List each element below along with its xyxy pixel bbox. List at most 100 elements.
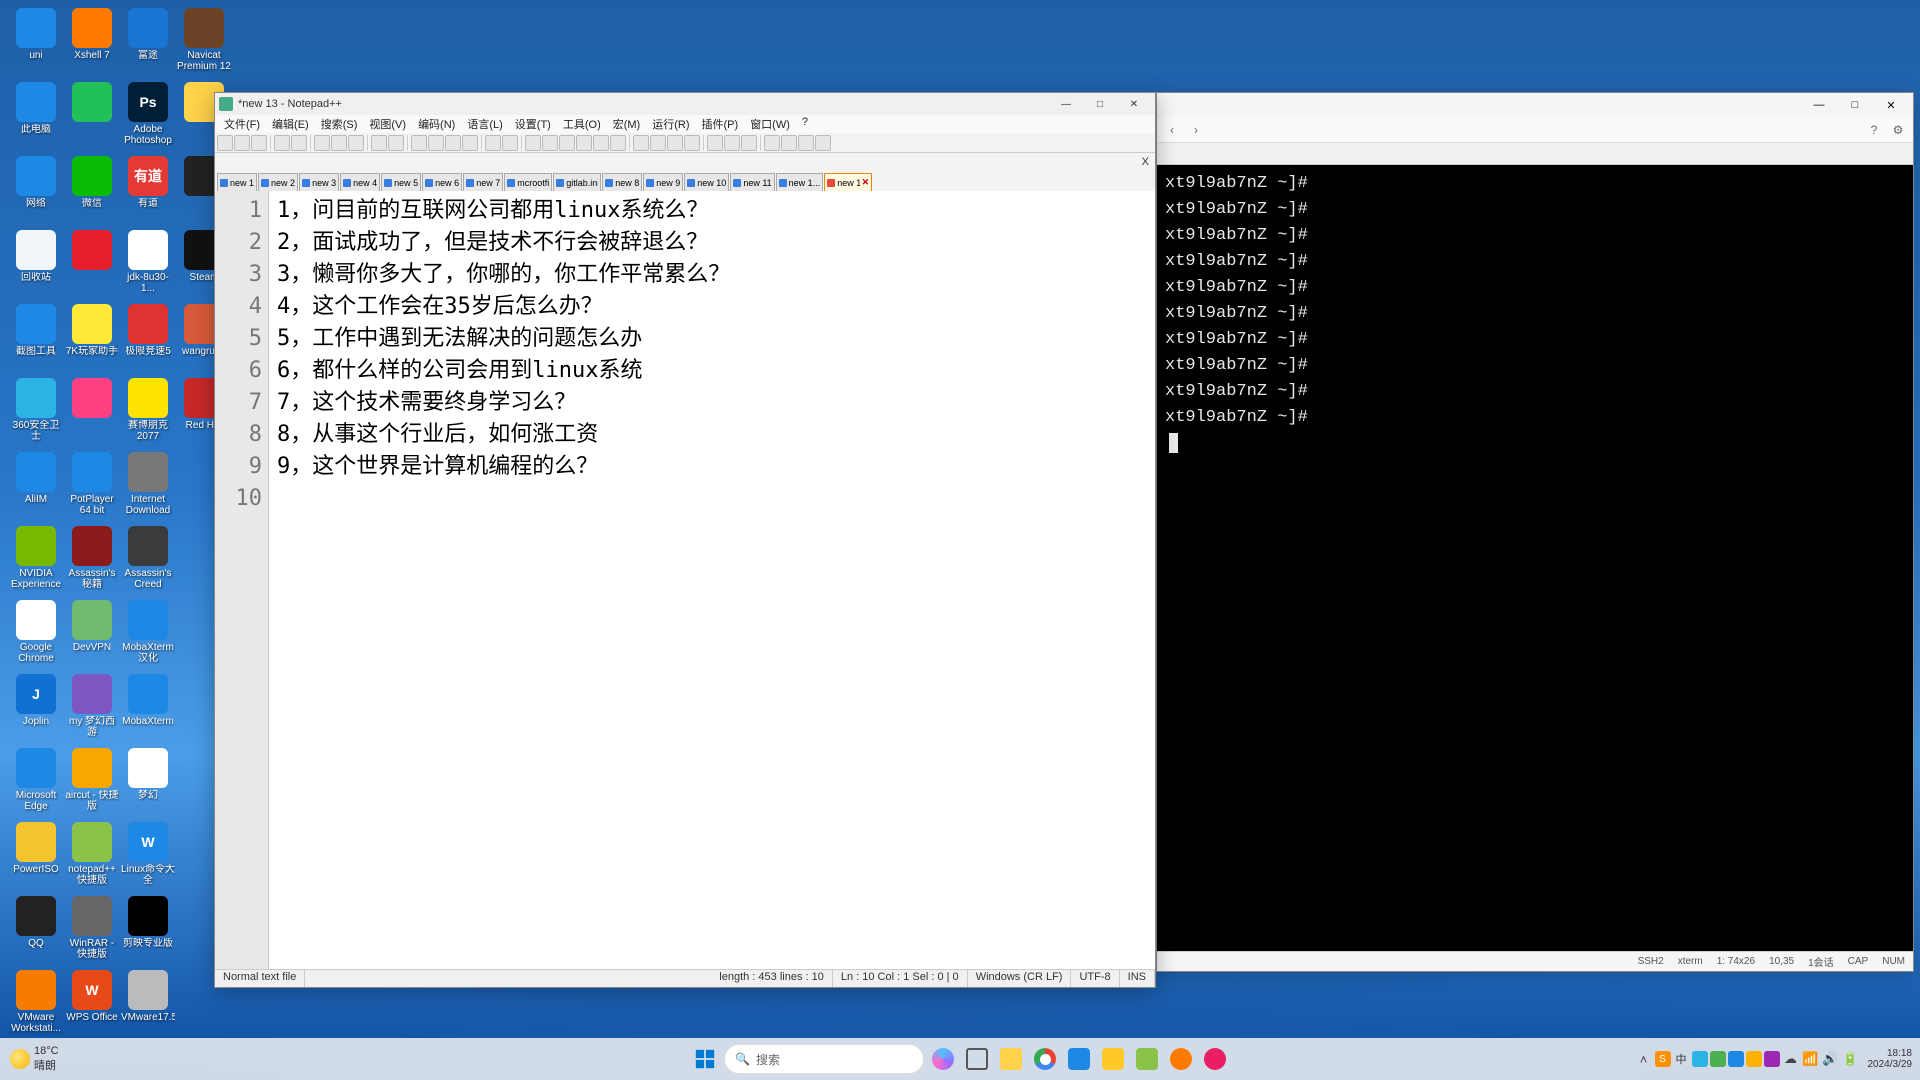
desktop-icon[interactable]: my 梦幻西游 xyxy=(64,674,120,746)
desktop-icon[interactable]: Assassin's 秘籍 xyxy=(64,526,120,598)
toolbar-button[interactable] xyxy=(559,135,575,151)
desktop-icon[interactable]: jdk-8u30-1... xyxy=(120,230,176,302)
toolbar-button[interactable] xyxy=(650,135,666,151)
toolbar-button[interactable] xyxy=(525,135,541,151)
notepadpp-toolbar[interactable] xyxy=(215,133,1155,153)
terminal-body[interactable]: xt9l9ab7nZ ~]# xt9l9ab7nZ ~]# xt9l9ab7nZ… xyxy=(1157,165,1913,951)
toolbar-button[interactable] xyxy=(445,135,461,151)
toolbar-button[interactable] xyxy=(291,135,307,151)
toolbar-button[interactable] xyxy=(348,135,364,151)
taskbar-copilot[interactable] xyxy=(928,1044,958,1074)
tray-volume-icon[interactable]: 🔊 xyxy=(1822,1050,1840,1068)
desktop-icon[interactable]: Google Chrome xyxy=(8,600,64,672)
desktop-icon[interactable]: MobaXterm xyxy=(120,674,176,746)
desktop-icon[interactable] xyxy=(64,230,120,302)
toolbar-button[interactable] xyxy=(764,135,780,151)
desktop-icon[interactable]: AliIM xyxy=(8,452,64,524)
desktop-icon[interactable]: DevVPN xyxy=(64,600,120,672)
desktop-icon[interactable]: JJoplin xyxy=(8,674,64,746)
desktop-icon[interactable]: WLinux命令大全 xyxy=(120,822,176,894)
tray-ime-badge[interactable]: S xyxy=(1655,1051,1671,1067)
toolbar-button[interactable] xyxy=(428,135,444,151)
toolbar-button[interactable] xyxy=(388,135,404,151)
menu-item[interactable]: 窗口(W) xyxy=(745,115,795,133)
tray-battery-icon[interactable]: 🔋 xyxy=(1842,1050,1860,1068)
desktop-icon[interactable] xyxy=(64,82,120,154)
toolbar-button[interactable] xyxy=(610,135,626,151)
menu-item[interactable]: 视图(V) xyxy=(364,115,411,133)
desktop-icon[interactable]: Xshell 7 xyxy=(64,8,120,80)
desktop-icon[interactable]: NVIDIA Experience xyxy=(8,526,64,598)
menu-item[interactable]: 工具(O) xyxy=(558,115,606,133)
terminal-close-button[interactable]: ✕ xyxy=(1873,95,1909,115)
desktop-icon[interactable]: PotPlayer 64 bit xyxy=(64,452,120,524)
toolbar-button[interactable] xyxy=(251,135,267,151)
desktop-icon[interactable]: 360安全卫士 xyxy=(8,378,64,450)
desktop-icon[interactable]: 剪映专业版 xyxy=(120,896,176,968)
desktop-icon[interactable]: 有道有道 xyxy=(120,156,176,228)
menu-item[interactable]: 运行(R) xyxy=(647,115,694,133)
taskbar-app4[interactable] xyxy=(1200,1044,1230,1074)
toolbar-button[interactable] xyxy=(741,135,757,151)
desktop-icon[interactable]: Assassin's Creed xyxy=(120,526,176,598)
editor-tab[interactable]: mcrootfi... xyxy=(504,173,552,191)
editor-tab[interactable]: new 2 xyxy=(258,173,298,191)
toolbar-button[interactable] xyxy=(815,135,831,151)
terminal-max-button[interactable]: □ xyxy=(1837,95,1873,115)
toolbar-button[interactable] xyxy=(371,135,387,151)
terminal-min-button[interactable]: — xyxy=(1801,95,1837,115)
toolbar-button[interactable] xyxy=(542,135,558,151)
menu-item[interactable]: 语言(L) xyxy=(462,115,507,133)
editor-tab[interactable]: new 13✕ xyxy=(824,173,872,191)
menu-item[interactable]: 编辑(E) xyxy=(267,115,314,133)
desktop-icon[interactable]: 7K玩家助手 xyxy=(64,304,120,376)
tray-ime-lang[interactable]: 中 xyxy=(1676,1051,1687,1067)
desktop-icon[interactable]: PowerISO xyxy=(8,822,64,894)
menu-item[interactable]: 设置(T) xyxy=(510,115,556,133)
editor-tab[interactable]: new 10 xyxy=(684,173,729,191)
desktop-icon[interactable]: WinRAR - 快捷版 xyxy=(64,896,120,968)
taskbar-chrome[interactable] xyxy=(1030,1044,1060,1074)
editor-tab[interactable]: new 4 xyxy=(340,173,380,191)
terminal-help-icon[interactable]: ? xyxy=(1865,121,1883,139)
tray-pill4[interactable] xyxy=(1746,1051,1762,1067)
toolbar-button[interactable] xyxy=(781,135,797,151)
taskbar-clock[interactable]: 18:18 2024/3/29 xyxy=(1868,1048,1913,1070)
desktop-icon[interactable]: PsAdobe Photoshop xyxy=(120,82,176,154)
tray-pill5[interactable] xyxy=(1764,1051,1780,1067)
desktop-icon[interactable]: uni xyxy=(8,8,64,80)
toolbar-button[interactable] xyxy=(724,135,740,151)
desktop-icon[interactable]: WWPS Office xyxy=(64,970,120,1042)
desktop-icon[interactable] xyxy=(64,378,120,450)
taskbar-tray[interactable]: ˄ S 中 ☁ 📶 🔊 🔋 18:18 2024/3/29 xyxy=(1635,1048,1913,1070)
toolbar-button[interactable] xyxy=(633,135,649,151)
notepadpp-window[interactable]: *new 13 - Notepad++ — □ ✕ 文件(F)编辑(E)搜索(S… xyxy=(214,92,1156,988)
notepadpp-min-button[interactable]: — xyxy=(1049,95,1083,113)
notepadpp-tabbar[interactable]: new 1new 2new 3new 4new 5new 6new 7mcroo… xyxy=(215,171,1155,191)
toolbar-button[interactable] xyxy=(331,135,347,151)
taskbar-taskview[interactable] xyxy=(962,1044,992,1074)
desktop-icon[interactable]: notepad++ 快捷版 xyxy=(64,822,120,894)
desktop-icon[interactable]: VMware17.5 xyxy=(120,970,176,1042)
editor-tab[interactable]: new 9 xyxy=(643,173,683,191)
terminal-gear-icon[interactable]: ⚙ xyxy=(1889,121,1907,139)
menu-item[interactable]: 插件(P) xyxy=(697,115,744,133)
menu-item[interactable]: 宏(M) xyxy=(608,115,646,133)
taskbar-app1[interactable] xyxy=(1064,1044,1094,1074)
desktop-icon[interactable]: 此电脑 xyxy=(8,82,64,154)
toolbar-button[interactable] xyxy=(593,135,609,151)
toolbar-button[interactable] xyxy=(462,135,478,151)
desktop-icon[interactable]: 截图工具 xyxy=(8,304,64,376)
desktop-icon[interactable]: VMware Workstati... xyxy=(8,970,64,1042)
toolbar-button[interactable] xyxy=(274,135,290,151)
desktop-icon[interactable]: 极限竞速5 xyxy=(120,304,176,376)
editor-tab[interactable]: new 1... xyxy=(776,173,824,191)
terminal-window[interactable]: — □ ✕ ‹ › ? ⚙ xt9l9ab7nZ ~]# xt9l9ab7nZ … xyxy=(1156,92,1914,972)
tray-pill2[interactable] xyxy=(1710,1051,1726,1067)
editor-tab[interactable]: new 1 xyxy=(217,173,257,191)
taskbar-notepadpp[interactable] xyxy=(1132,1044,1162,1074)
desktop-icon[interactable]: 赛博朋克2077 xyxy=(120,378,176,450)
desktop-icon[interactable]: MobaXterm 汉化 xyxy=(120,600,176,672)
tray-360[interactable] xyxy=(1692,1051,1708,1067)
desktop-icon[interactable]: Internet Download xyxy=(120,452,176,524)
